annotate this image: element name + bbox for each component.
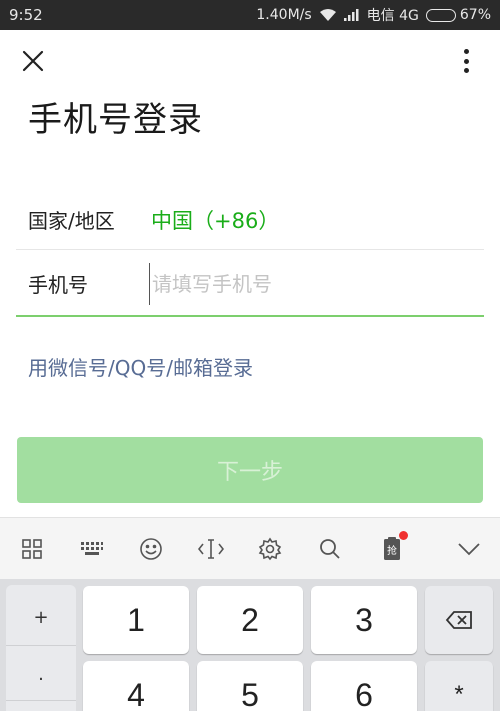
emoji-icon[interactable] <box>133 531 169 567</box>
dot <box>463 49 469 54</box>
next-button[interactable]: 下一步 <box>17 437 483 503</box>
close-icon[interactable] <box>18 46 48 76</box>
key-2[interactable]: 2 <box>197 586 303 654</box>
grid-icon[interactable] <box>14 531 50 567</box>
clipboard-badge-text: 抢 <box>387 544 397 557</box>
status-time: 9:52 <box>9 6 43 24</box>
key-1[interactable]: 1 <box>83 586 189 654</box>
carrier-label: 电信 4G <box>366 8 419 24</box>
cursor-icon[interactable] <box>193 531 229 567</box>
backspace-icon <box>445 611 472 629</box>
key-3[interactable]: 3 <box>311 586 417 654</box>
symbol-divider <box>6 645 76 646</box>
battery-icon <box>425 8 456 22</box>
dot <box>463 58 469 64</box>
country-label: 国家/地区 <box>28 209 115 233</box>
more-options-icon[interactable] <box>452 44 480 78</box>
phone-row: 手机号 <box>16 251 484 317</box>
keyboard-icon[interactable] <box>74 531 110 567</box>
clipboard-icon[interactable]: 抢 <box>374 531 410 567</box>
settings-icon[interactable] <box>252 531 288 567</box>
keyboard-toolbar: 抢 <box>0 517 500 579</box>
battery-indicator: 67% <box>425 7 491 23</box>
search-icon[interactable] <box>312 531 348 567</box>
numeric-keyboard: + . 1 2 3 4 5 6 * <box>0 579 500 711</box>
symbol-divider <box>6 700 76 701</box>
alt-login-link[interactable]: 用微信号/QQ号/邮箱登录 <box>28 352 253 381</box>
network-speed: 1.40M/s <box>256 7 312 23</box>
key-plus[interactable]: + <box>6 590 76 645</box>
country-selector[interactable]: 国家/地区 中国（+86） <box>16 190 484 250</box>
battery-percent: 67% <box>459 7 491 23</box>
symbol-column: + . <box>6 585 76 711</box>
notification-dot <box>399 531 408 540</box>
wifi-icon <box>319 8 337 22</box>
key-star[interactable]: * <box>425 661 493 711</box>
country-value[interactable]: 中国（+86） <box>151 205 279 235</box>
key-dot[interactable]: . <box>6 647 76 702</box>
status-indicators: 1.40M/s 电信 4G 67% <box>256 5 491 25</box>
key-5[interactable]: 5 <box>197 661 303 711</box>
login-page: 手机号登录 国家/地区 中国（+86） 手机号 用微信号/QQ号/邮箱登录 下一… <box>0 30 500 517</box>
signal-icon <box>343 9 360 21</box>
backspace-key[interactable] <box>425 586 493 654</box>
dot <box>463 68 469 73</box>
phone-input[interactable] <box>149 263 479 305</box>
key-4[interactable]: 4 <box>83 661 189 711</box>
phone-label: 手机号 <box>28 272 88 297</box>
key-6[interactable]: 6 <box>311 661 417 711</box>
page-title: 手机号登录 <box>28 100 203 140</box>
collapse-icon[interactable] <box>451 531 487 567</box>
status-bar: 9:52 1.40M/s 电信 4G 67% <box>0 0 500 30</box>
